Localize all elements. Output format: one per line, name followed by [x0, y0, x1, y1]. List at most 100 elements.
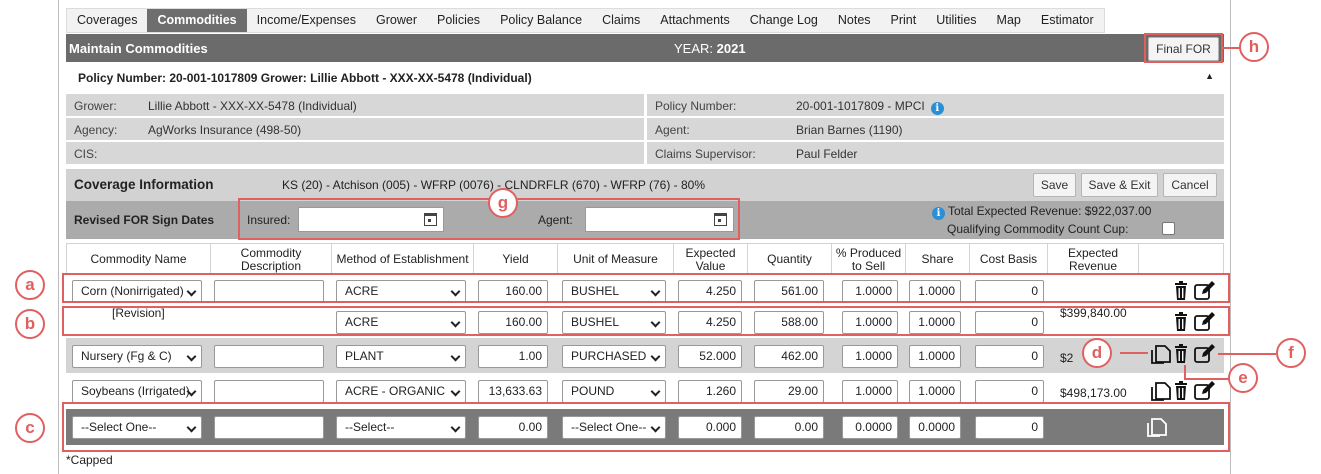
expected-value-input[interactable]: 1.260 [678, 380, 742, 403]
share-input[interactable]: 1.0000 [909, 345, 961, 368]
callout-box-h [1144, 33, 1223, 63]
unit-select[interactable]: PURCHASED [562, 345, 666, 368]
year-display: YEAR: 2021 [674, 41, 746, 56]
share-input[interactable]: 1.0000 [909, 380, 961, 403]
cost-basis-input[interactable]: 0 [975, 380, 1044, 403]
commodity-name-select[interactable]: Nursery (Fg & C) [72, 345, 202, 368]
pct-produced-input[interactable]: 1.0000 [842, 345, 898, 368]
revised-for-label: Revised FOR Sign Dates [74, 213, 215, 227]
callout-f-leader [1218, 353, 1276, 355]
qualifying-count-checkbox[interactable] [1162, 222, 1175, 235]
callout-c: c [15, 413, 45, 443]
tab-claims[interactable]: Claims [592, 9, 650, 32]
callout-f: f [1276, 338, 1306, 368]
qualifying-count-label: Qualifying Commodity Count Cup: [947, 222, 1129, 236]
callout-b: b [15, 309, 45, 339]
expected-revenue-value: $2 [1060, 351, 1074, 365]
expected-value-input[interactable]: 52.000 [678, 345, 742, 368]
expected-revenue-value: $498,173.00 [1060, 386, 1127, 400]
collapse-caret-icon[interactable]: ▲ [1205, 71, 1214, 81]
tab-bar: Coverages Commodities Income/Expenses Gr… [66, 8, 1105, 33]
policy-number-label: Policy Number: [655, 99, 737, 113]
claims-supervisor-value: Paul Felder [796, 147, 858, 161]
policy-number-value: 20-001-1017809 - MPCI [796, 99, 925, 113]
cost-basis-input[interactable]: 0 [975, 345, 1044, 368]
chevron-down-icon [650, 386, 661, 397]
callout-box-a [62, 273, 1230, 303]
agent-value: Brian Barnes (1190) [796, 123, 903, 137]
agent-label: Agent: [655, 123, 690, 137]
tab-print[interactable]: Print [881, 9, 927, 32]
claims-supervisor-label: Claims Supervisor: [655, 147, 756, 161]
cis-label: CIS: [74, 147, 98, 161]
callout-box-b [62, 306, 1230, 336]
trash-icon[interactable] [1172, 381, 1190, 401]
chevron-down-icon [450, 386, 461, 397]
tab-notes[interactable]: Notes [828, 9, 881, 32]
callout-e-leader-h [1184, 378, 1230, 380]
tab-policy-balance[interactable]: Policy Balance [490, 9, 592, 32]
capped-footnote: *Capped [66, 453, 113, 467]
tab-income-expenses[interactable]: Income/Expenses [247, 9, 366, 32]
coverage-title: Coverage Information [74, 177, 214, 192]
table-header: Commodity Name Commodity Description Met… [66, 243, 1224, 275]
tab-utilities[interactable]: Utilities [926, 9, 986, 32]
col-pct-produced: % Produced to Sell [832, 244, 906, 275]
agency-value: AgWorks Insurance (498-50) [148, 123, 302, 137]
save-exit-button[interactable]: Save & Exit [1081, 173, 1158, 197]
table-row: Nursery (Fg & C) PLANT 1.00 PURCHASED 52.000… [66, 338, 1224, 374]
col-expected-revenue: Expected Revenue [1048, 244, 1139, 275]
page-title: Maintain Commodities [69, 41, 208, 56]
callout-d: d [1082, 338, 1112, 368]
col-yield: Yield [474, 244, 558, 275]
method-select[interactable]: ACRE - ORGANIC [336, 380, 466, 403]
tab-grower[interactable]: Grower [366, 9, 427, 32]
callout-a: a [15, 270, 45, 300]
callout-h: h [1239, 32, 1269, 62]
method-select[interactable]: PLANT [336, 345, 466, 368]
yield-input[interactable]: 13,633.63 [478, 380, 548, 403]
tab-map[interactable]: Map [987, 9, 1031, 32]
policy-info-grid: Grower: Lillie Abbott - XXX-XX-5478 (Ind… [66, 94, 1224, 166]
chevron-down-icon [186, 351, 197, 362]
tab-attachments[interactable]: Attachments [650, 9, 739, 32]
trash-icon[interactable] [1172, 344, 1190, 364]
tab-policies[interactable]: Policies [427, 9, 490, 32]
col-unit: Unit of Measure [558, 244, 674, 275]
col-method: Method of Establishment [332, 244, 474, 275]
copy-icon[interactable] [1150, 381, 1172, 401]
tab-change-log[interactable]: Change Log [740, 9, 828, 32]
tab-coverages[interactable]: Coverages [67, 9, 147, 32]
total-expected-revenue: i Total Expected Revenue: $922,037.00 [932, 204, 1151, 220]
tab-estimator[interactable]: Estimator [1031, 9, 1104, 32]
quantity-input[interactable]: 462.00 [754, 345, 824, 368]
grower-label: Grower: [74, 99, 117, 113]
callout-e: e [1228, 363, 1258, 393]
chevron-down-icon [650, 351, 661, 362]
quantity-input[interactable]: 29.00 [754, 380, 824, 403]
callout-d-leader [1120, 352, 1148, 354]
policy-summary-bar[interactable]: Policy Number: 20-001-1017809 Grower: Li… [66, 64, 1224, 90]
callout-g: g [488, 188, 518, 218]
commodity-name-select[interactable]: Soybeans (Irrigated) [72, 380, 202, 403]
col-cost-basis: Cost Basis [970, 244, 1048, 275]
page-header: Maintain Commodities YEAR: 2021 Final FO… [66, 34, 1224, 62]
agency-label: Agency: [74, 123, 118, 137]
chevron-down-icon [450, 351, 461, 362]
save-button[interactable]: Save [1033, 173, 1076, 197]
info-icon[interactable]: i [930, 102, 944, 115]
commodity-description-input[interactable] [214, 380, 324, 403]
yield-input[interactable]: 1.00 [478, 345, 548, 368]
info-icon[interactable]: i [932, 207, 945, 220]
pct-produced-input[interactable]: 1.0000 [842, 380, 898, 403]
col-share: Share [906, 244, 970, 275]
edit-icon[interactable] [1194, 381, 1216, 401]
copy-icon[interactable] [1150, 344, 1172, 364]
commodity-description-input[interactable] [214, 345, 324, 368]
grower-value: Lillie Abbott - XXX-XX-5478 (Individual) [148, 99, 357, 113]
unit-select[interactable]: POUND [562, 380, 666, 403]
edit-icon[interactable] [1194, 344, 1216, 364]
tab-commodities[interactable]: Commodities [147, 9, 247, 32]
cancel-button[interactable]: Cancel [1163, 173, 1217, 197]
callout-box-c [62, 402, 1230, 452]
